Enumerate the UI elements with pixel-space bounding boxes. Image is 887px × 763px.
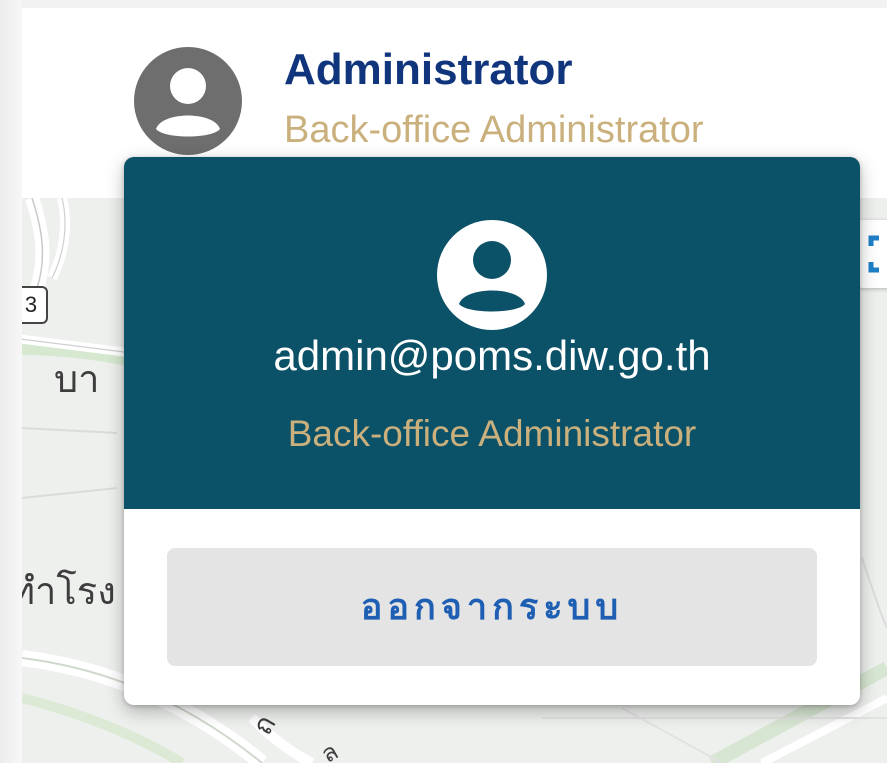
page: 3 บา ทำโรง ถ ล Administrator Back-office… [0,0,887,763]
account-circle-icon [437,220,547,330]
account-circle-icon[interactable] [134,47,242,155]
map-place-label: ทำโรง [22,569,116,613]
left-edge [0,0,22,763]
profile-role: Back-office Administrator [287,413,697,454]
header-user-name: Administrator [284,45,573,94]
road-shield: 3 [22,286,48,324]
profile-card-header: admin@poms.diw.go.th Back-office Adminis… [124,157,860,509]
fullscreen-button[interactable] [857,220,887,288]
profile-email: admin@poms.diw.go.th [273,332,711,379]
profile-dropdown: admin@poms.diw.go.th Back-office Adminis… [124,157,860,705]
header-user-role: Back-office Administrator [284,109,704,151]
fullscreen-icon [868,235,879,273]
logout-button[interactable]: ออกจากระบบ [167,548,817,666]
map-place-label: บา [54,357,100,401]
